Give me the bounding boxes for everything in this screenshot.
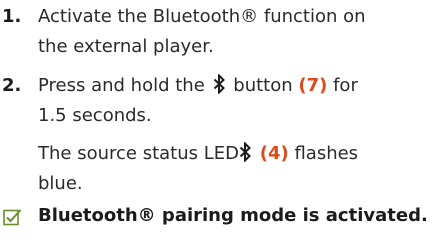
- step-2: 2. Press and hold the button (7) for 1.5…: [0, 71, 438, 196]
- step-line: Press and hold the button (7) for: [38, 71, 433, 101]
- result-line: Bluetooth® pairing mode is activated.: [0, 200, 438, 232]
- instruction-text: Press and hold the: [38, 75, 205, 96]
- checkbox-check-icon: [3, 209, 22, 226]
- step-line: The source status LED (4) flashes: [38, 139, 433, 169]
- instruction-text: button: [233, 75, 293, 96]
- result-note-text: The source status LED: [38, 143, 239, 164]
- step-line: Activate the Bluetooth® function on: [38, 6, 366, 27]
- step-text: Activate the Bluetooth® function on the …: [38, 2, 433, 62]
- result-text: Bluetooth® pairing mode is activated.: [38, 205, 428, 226]
- result-note-text: flashes: [294, 143, 359, 164]
- instruction-text: for: [333, 75, 358, 96]
- bluetooth-icon: [213, 74, 225, 94]
- step-1: 1. Activate the Bluetooth® function on t…: [0, 2, 438, 66]
- step-text: Press and hold the button (7) for 1.5 se…: [38, 71, 433, 199]
- step-line: the external player.: [38, 36, 214, 57]
- button-reference: (7): [298, 75, 328, 96]
- bluetooth-icon: [239, 142, 251, 162]
- step-number: 2.: [2, 75, 22, 96]
- step-line: blue.: [38, 173, 83, 194]
- led-reference: (4): [259, 143, 289, 164]
- step-line: 1.5 seconds.: [38, 105, 152, 126]
- step-number: 1.: [2, 6, 22, 27]
